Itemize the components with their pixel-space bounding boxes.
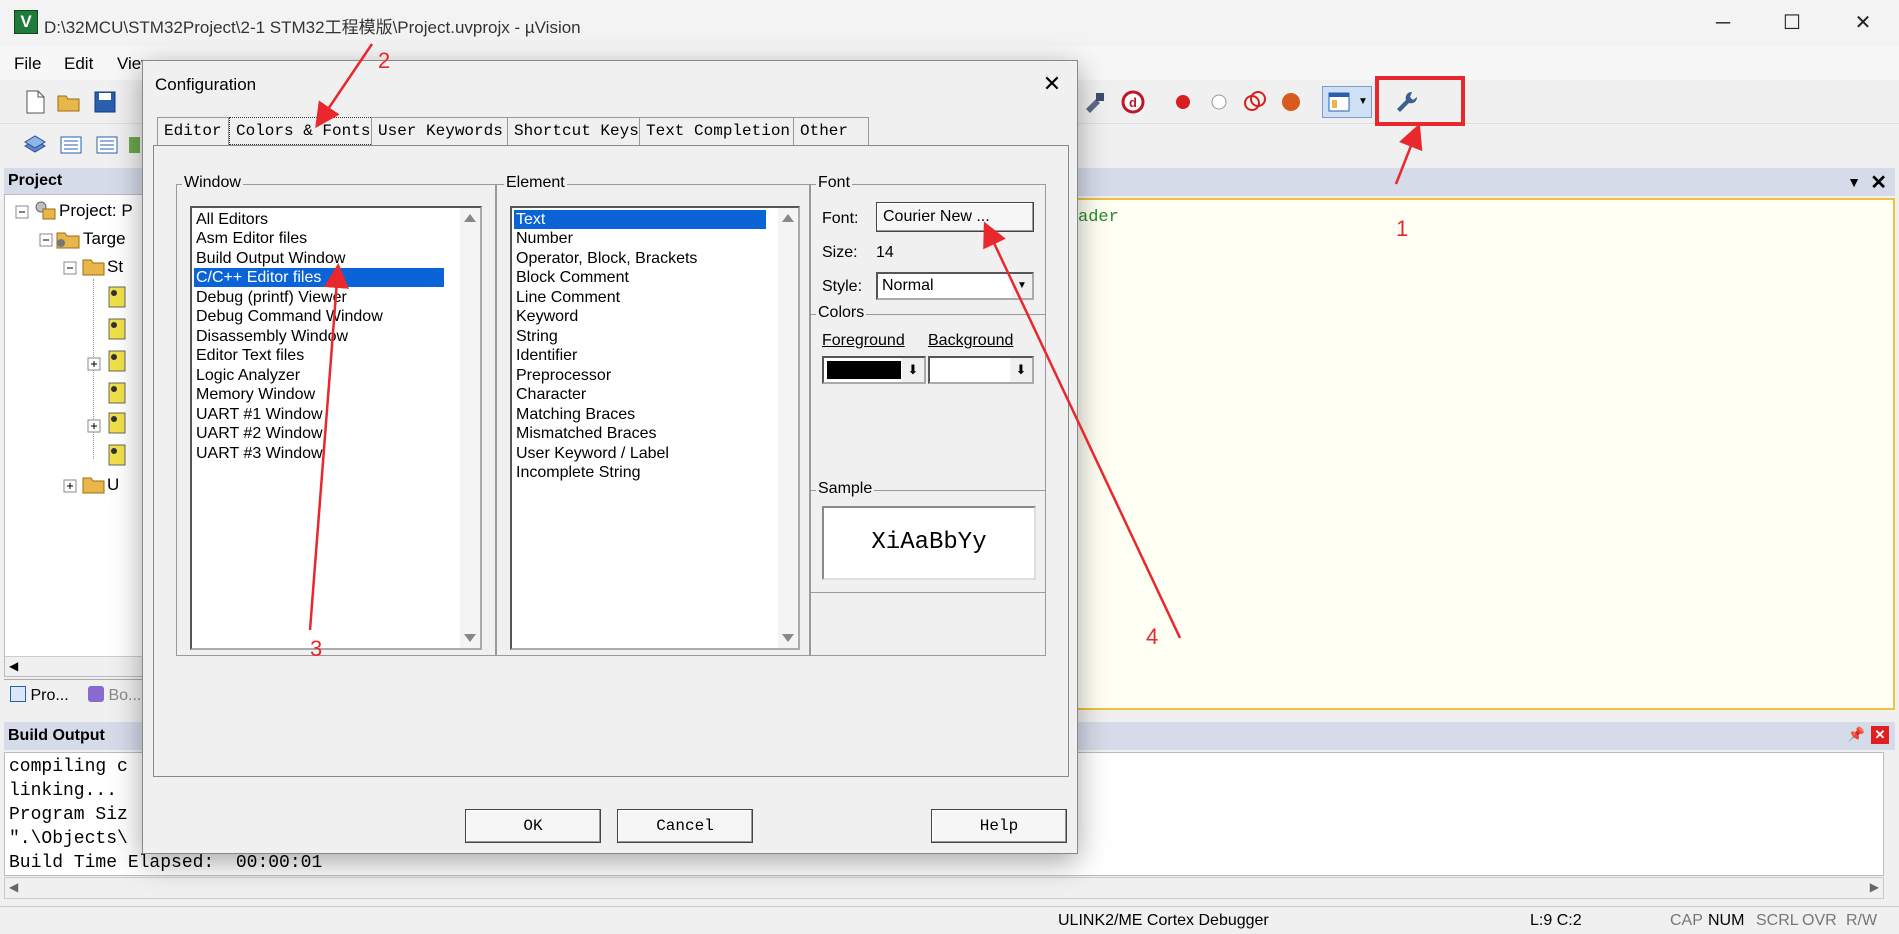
annotation-label-1: 1 [1396, 216, 1409, 241]
annotation-label-4: 4 [1146, 624, 1159, 649]
annotation-arrow-1 [1394, 123, 1423, 185]
annotation-arrow-2 [315, 43, 374, 129]
annotation-label-3: 3 [310, 636, 323, 661]
annotation-arrow-3 [308, 263, 349, 631]
annotation-arrows [308, 43, 1423, 639]
annotation-label-2: 2 [378, 48, 391, 73]
annotation-arrow-4 [983, 221, 1182, 639]
